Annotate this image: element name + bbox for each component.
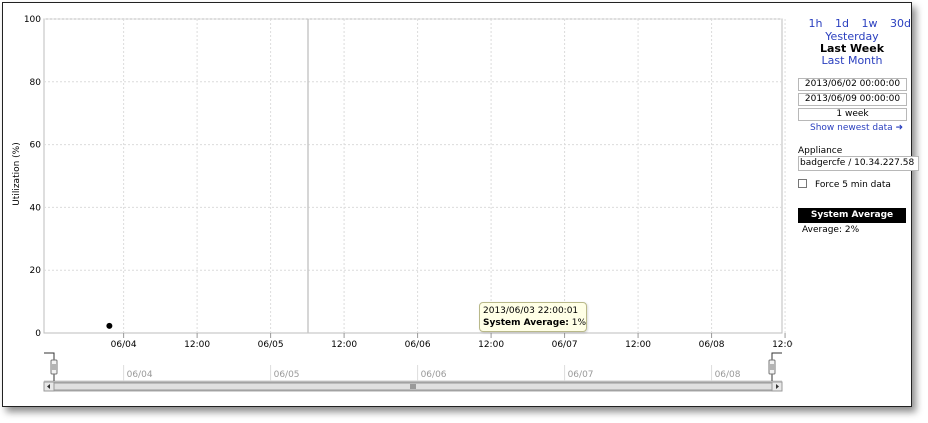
plot-area[interactable] <box>43 18 783 334</box>
x-tick-label: 06/06 <box>405 340 431 350</box>
tooltip-value: 1% <box>571 318 587 328</box>
average-label: Average: <box>802 225 842 235</box>
y-tick-label: 20 <box>30 266 42 276</box>
x-tick-label: 06/04 <box>111 340 137 350</box>
x-tick-label: 12:00 <box>772 340 793 350</box>
navigator-left-handle[interactable] <box>50 359 58 375</box>
navigator-tick-label: 06/05 <box>274 370 300 380</box>
quick-range-links: 1h 1d 1w 30d <box>793 17 911 30</box>
y-tick-label: 80 <box>30 78 42 88</box>
x-tick-label: 06/05 <box>258 340 284 350</box>
force-5min-option[interactable]: Force 5 min data <box>798 179 891 190</box>
navigator-tick-label: 06/04 <box>127 370 153 380</box>
show-newest-data-link[interactable]: Show newest data ➜ <box>810 123 903 133</box>
average-stat: Average: 2% <box>802 225 859 235</box>
end-time-field[interactable]: 2013/06/09 00:00:00 <box>798 93 907 106</box>
range-link-1d[interactable]: 1d <box>835 17 849 30</box>
data-point[interactable] <box>106 322 113 329</box>
legend-series-header[interactable]: System Average <box>798 208 906 223</box>
x-tick-label: 12:00 <box>331 340 357 350</box>
x-tick-label: 12:00 <box>478 340 504 350</box>
navigator-tick-label: 06/08 <box>715 370 741 380</box>
range-link-last-month[interactable]: Last Month <box>793 55 911 67</box>
x-tick-label: 06/07 <box>552 340 578 350</box>
force-5min-label: Force 5 min data <box>815 180 891 190</box>
x-tick-label: 06/08 <box>699 340 725 350</box>
tooltip-timestamp: 2013/06/03 22:00:01 <box>483 306 579 316</box>
y-tick-label: 100 <box>24 15 41 25</box>
navigator-tick-label: 06/07 <box>568 370 594 380</box>
y-axis-label: Utilization (%) <box>12 142 22 206</box>
average-value: 2% <box>844 225 860 235</box>
navigator-tick-label: 06/06 <box>421 370 447 380</box>
tooltip-series-label: System Average: <box>483 318 569 328</box>
range-link-30d[interactable]: 30d <box>890 17 911 30</box>
range-link-1h[interactable]: 1h <box>809 17 823 30</box>
range-link-1w[interactable]: 1w <box>862 17 878 30</box>
appliance-label: Appliance <box>798 146 843 156</box>
x-tick-label: 12:00 <box>184 340 210 350</box>
navigator-right-handle[interactable] <box>768 359 776 375</box>
x-tick-label: 12:00 <box>625 340 651 350</box>
chart-window: 100 80 60 40 20 0 06/04 12:00 06/05 12:00 06/06 12:… <box>2 2 919 407</box>
y-tick-label: 0 <box>35 329 41 339</box>
tooltip-value-line: System Average: 1% <box>483 317 587 329</box>
force-5min-checkbox[interactable] <box>798 179 807 188</box>
y-axis-label-container: Utilization (%) <box>3 133 29 223</box>
navigator-area[interactable] <box>44 353 782 381</box>
y-tick-label: 40 <box>30 203 42 213</box>
start-time-field[interactable]: 2013/06/02 00:00:00 <box>798 78 907 91</box>
y-tick-label: 60 <box>30 141 42 151</box>
data-point-tooltip: 2013/06/03 22:00:01 System Average: 1% <box>479 302 587 332</box>
utilization-chart[interactable]: 100 80 60 40 20 0 06/04 12:00 06/05 12:00 06/06 12:… <box>3 3 793 406</box>
duration-field[interactable]: 1 week <box>798 108 907 121</box>
appliance-select[interactable]: badgercfe / 10.34.227.58 <box>798 156 919 171</box>
